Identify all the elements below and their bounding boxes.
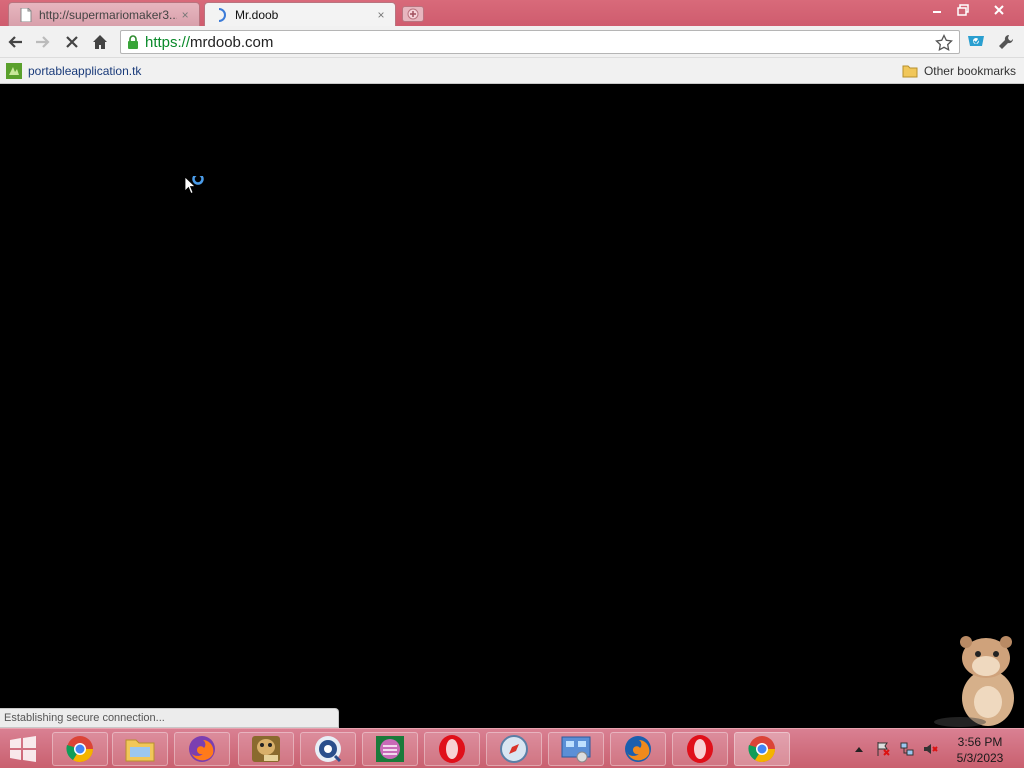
bookmark-star-icon[interactable] (935, 34, 953, 52)
wrench-icon (999, 34, 1014, 49)
network-icon (900, 742, 914, 756)
extension-icon (968, 36, 984, 46)
plus-icon (407, 8, 419, 20)
tab-title: http://supermariomaker3... (39, 7, 178, 22)
media-icon (315, 736, 342, 763)
tab-mrdoob[interactable]: Mr.doob × (204, 2, 396, 26)
chrome-icon (66, 736, 94, 763)
flag-alert-icon (877, 742, 890, 756)
bookmarks-bar: portableapplication.tk Other bookmarks (0, 58, 1024, 84)
close-icon (994, 5, 1004, 15)
taskbar-file-explorer[interactable] (112, 732, 168, 766)
volume-muted-icon (924, 744, 938, 754)
taskbar-boxer[interactable] (238, 732, 294, 766)
taskbar-chrome-2[interactable] (734, 732, 790, 766)
busy-cursor-icon (184, 176, 204, 195)
page-icon (19, 7, 33, 22)
settings-wrench-button[interactable] (994, 30, 1018, 54)
taskbar-firefox-2[interactable] (610, 732, 666, 766)
firefox-icon (625, 736, 651, 762)
tab-supermariomaker[interactable]: http://supermariomaker3... × (8, 2, 200, 26)
system-tray (850, 733, 946, 765)
safari-icon (500, 735, 528, 763)
status-bubble: Establishing secure connection... (0, 708, 339, 728)
clock-time: 3:56 PM (957, 735, 1003, 749)
firefox-icon (189, 736, 215, 762)
taskbar-firefox[interactable] (174, 732, 230, 766)
tab-title: Mr.doob (235, 7, 279, 22)
app-icon (376, 736, 404, 762)
taskbar-safari[interactable] (486, 732, 542, 766)
portableapplication-favicon-icon (6, 63, 22, 79)
other-bookmarks-label: Other bookmarks (923, 64, 1016, 78)
page-content[interactable] (0, 85, 1024, 728)
taskbar-clock[interactable]: 3:56 PM 5/3/2023 (948, 734, 1012, 766)
start-button[interactable] (6, 733, 40, 765)
back-button[interactable] (4, 30, 28, 54)
action-center-icon[interactable] (874, 740, 892, 758)
close-window-button[interactable] (980, 0, 1018, 20)
stop-button[interactable] (60, 30, 84, 54)
extension-button[interactable] (964, 30, 988, 54)
network-icon[interactable] (898, 740, 916, 758)
folder-icon (902, 65, 918, 78)
taskbar-app[interactable] (362, 732, 418, 766)
taskbar: 3:56 PM 5/3/2023 (0, 728, 1024, 768)
opera-icon (439, 735, 465, 763)
title-bar: http://supermariomaker3... × Mr.doob × (0, 0, 1024, 26)
screen: http://supermariomaker3... × Mr.doob × h… (0, 0, 1024, 768)
show-hidden-icons-button[interactable] (850, 740, 868, 758)
restore-icon (957, 4, 969, 16)
loading-spinner-icon (215, 7, 229, 22)
home-icon (93, 35, 107, 49)
taskbar-opera-2[interactable] (672, 732, 728, 766)
minimize-button[interactable] (924, 0, 950, 20)
forward-arrow-icon (36, 36, 50, 48)
restore-button[interactable] (950, 0, 976, 20)
bookmark-label: portableapplication.tk (28, 64, 142, 78)
chrome-icon (748, 736, 776, 763)
taskbar-chrome[interactable] (52, 732, 108, 766)
bookmark-portableapplication[interactable]: portableapplication.tk (6, 62, 141, 80)
back-arrow-icon (8, 36, 22, 48)
control-panel-icon (561, 736, 591, 763)
tab-close-button[interactable]: × (373, 7, 389, 23)
lock-icon (128, 35, 138, 49)
home-button[interactable] (88, 30, 112, 54)
new-tab-button[interactable] (402, 6, 424, 22)
url-scheme: https:// (145, 33, 191, 51)
hamster-mascot-icon (934, 636, 1014, 727)
url-host: mrdoob.com (190, 33, 274, 51)
taskbar-opera[interactable] (424, 732, 480, 766)
address-bar[interactable]: https://mrdoob.com (120, 30, 960, 54)
forward-button[interactable] (30, 30, 54, 54)
chevron-up-icon (855, 747, 863, 752)
volume-muted-icon[interactable] (922, 740, 940, 758)
minimize-icon (933, 11, 941, 13)
tab-close-button[interactable]: × (177, 7, 193, 23)
file-explorer-icon (125, 739, 155, 762)
opera-icon (687, 735, 713, 763)
browser-toolbar: https://mrdoob.com (0, 26, 1024, 58)
windows-logo-icon (10, 736, 36, 762)
other-bookmarks-button[interactable]: Other bookmarks (902, 62, 1016, 80)
taskbar-control-panel[interactable] (548, 732, 604, 766)
taskbar-media[interactable] (300, 732, 356, 766)
clock-date: 5/3/2023 (956, 751, 1004, 765)
boxer-icon (252, 736, 280, 762)
stop-x-icon (66, 36, 78, 48)
